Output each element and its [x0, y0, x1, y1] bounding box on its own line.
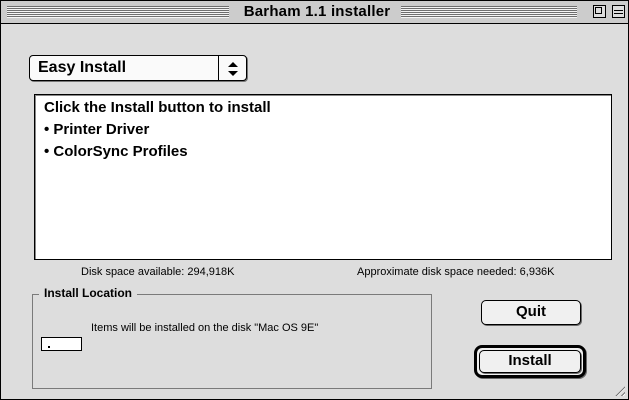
installer-window: Barham 1.1 installer Easy Install Click …	[0, 0, 629, 400]
list-item: • ColorSync Profiles	[44, 143, 188, 160]
resize-handle-icon[interactable]	[611, 382, 627, 398]
collapse-box-icon[interactable]	[612, 5, 625, 18]
install-location-message: Items will be installed on the disk "Mac…	[91, 322, 319, 334]
disk-space-needed: Approximate disk space needed: 6,936K	[357, 266, 555, 278]
title-bar-stripes-right	[401, 6, 577, 18]
disk-space-available: Disk space available: 294,918K	[81, 266, 235, 278]
title-bar-stripes-left	[7, 6, 229, 18]
disk-icon	[41, 337, 82, 351]
window-title: Barham 1.1 installer	[243, 3, 391, 20]
install-type-label: Easy Install	[38, 59, 127, 76]
quit-button[interactable]: Quit	[481, 300, 581, 325]
popup-arrows-icon	[218, 56, 247, 80]
zoom-box-icon[interactable]	[593, 5, 606, 18]
install-location-title: Install Location	[39, 286, 138, 300]
install-location-group	[32, 294, 432, 389]
install-details-list: Click the Install button to install • Pr…	[34, 94, 612, 260]
details-header: Click the Install button to install	[44, 99, 271, 116]
install-type-popup[interactable]: Easy Install	[29, 55, 247, 81]
install-button[interactable]: Install	[479, 350, 581, 373]
list-item: • Printer Driver	[44, 121, 150, 138]
title-bar[interactable]: Barham 1.1 installer	[1, 1, 628, 24]
